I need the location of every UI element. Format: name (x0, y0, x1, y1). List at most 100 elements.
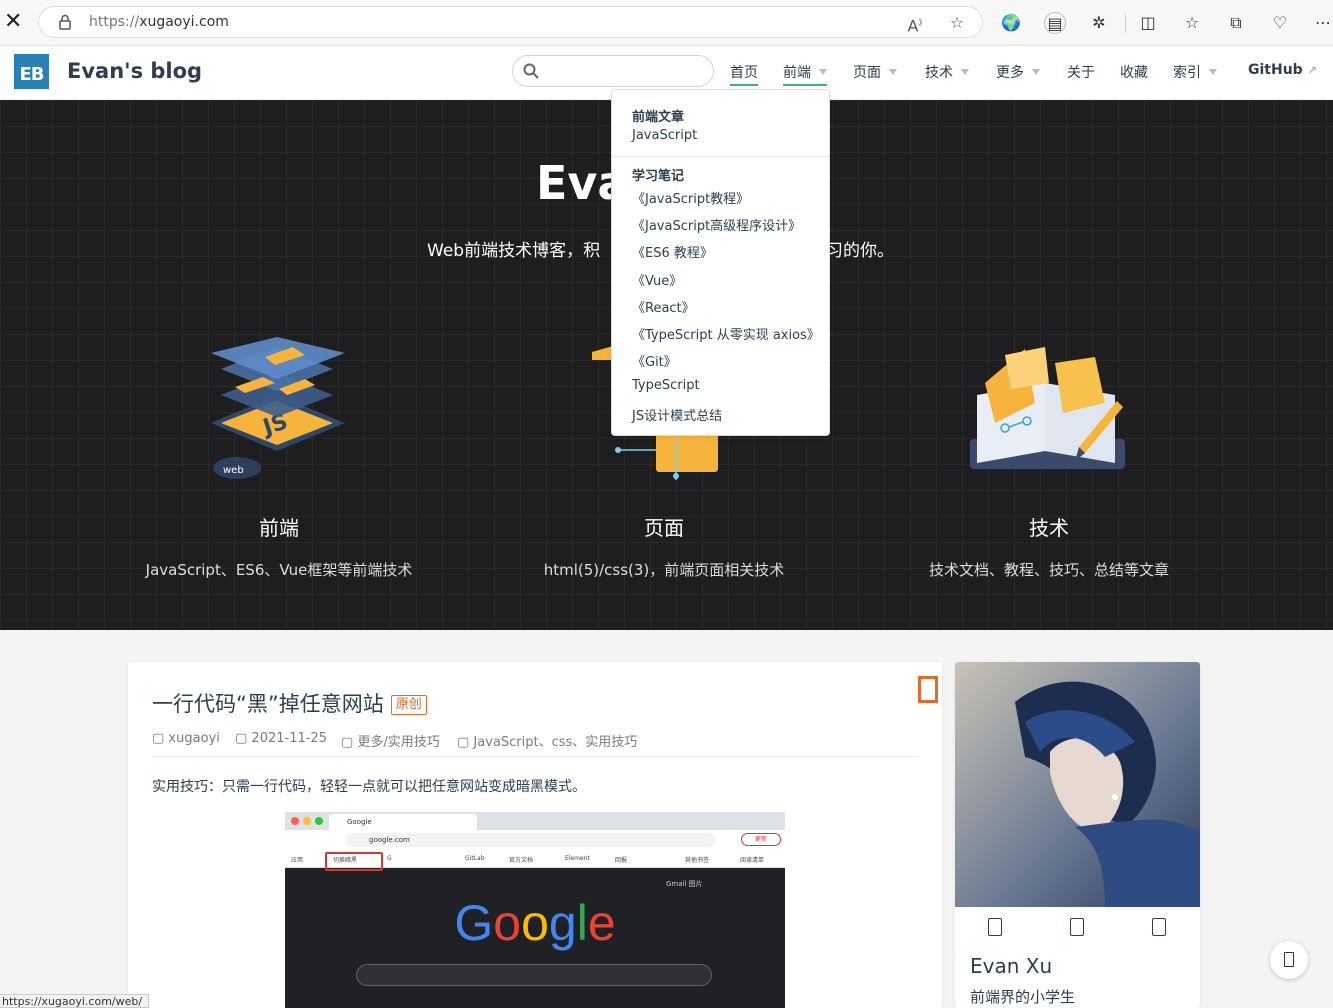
extensions-icon[interactable]: ✲ (1088, 12, 1110, 34)
performance-icon[interactable]: ♡ (1269, 12, 1291, 34)
feature-title-frontend[interactable]: 前端 (179, 512, 379, 541)
screenshot-bookmark: 其他书签 (685, 857, 710, 864)
window-dot (303, 817, 311, 825)
book-pencil-icon[interactable] (965, 343, 1130, 475)
dropdown-item[interactable]: 《TypeScript 从零实现 axios》 (632, 324, 820, 343)
more-menu-icon[interactable]: ⋯ (1312, 12, 1333, 34)
github-icon[interactable] (1070, 918, 1084, 936)
toolbar-divider (1125, 13, 1126, 33)
dropdown-item[interactable]: TypeScript (632, 378, 700, 393)
feature-desc-tech: 技术文档、教程、技巧、总结等文章 (928, 561, 1169, 579)
screenshot-search-box (356, 964, 712, 986)
dropdown-group-title: 学习笔记 (632, 169, 685, 184)
profile-name: Evan Xu (970, 954, 1053, 978)
screenshot-tabbar: Google (285, 812, 785, 830)
chevron-down-icon (1032, 69, 1040, 75)
feature-desc-frontend: JavaScript、ES6、Vue框架等前端技术 (145, 561, 413, 579)
music-icon[interactable] (1152, 918, 1166, 936)
dropdown-item[interactable]: JS设计模式总结 (632, 405, 722, 424)
dropdown-item[interactable]: 《JavaScript教程》 (632, 188, 749, 207)
address-bar[interactable]: https://xugaoyi.com A》 ☆ (38, 6, 983, 38)
svg-text:web: web (223, 465, 244, 476)
collections-icon[interactable]: ⧉ (1225, 12, 1247, 34)
search-input[interactable] (512, 55, 714, 87)
nav-frontend-label: 前端 (783, 65, 811, 81)
close-icon[interactable]: ✕ (4, 10, 22, 34)
feature-title-tech[interactable]: 技术 (949, 512, 1149, 541)
extension-globe-icon[interactable]: 🌍 (1000, 12, 1022, 34)
nav-github-label: GitHub (1248, 62, 1303, 78)
search-icon (523, 63, 539, 79)
extension-reader-icon[interactable]: ▤ (1044, 12, 1066, 34)
screenshot-tab: Google (329, 814, 477, 830)
bookmark-icon (918, 676, 938, 703)
dropdown-item[interactable]: 《React》 (632, 297, 695, 316)
status-url: https://xugaoyi.com/web/ (0, 994, 150, 1008)
dropdown-item[interactable]: 《Vue》 (632, 270, 682, 289)
favorites-icon[interactable]: ☆ (1181, 12, 1203, 34)
dropdown-item[interactable]: 《JavaScript高级程序设计》 (632, 215, 801, 234)
nav-frontend[interactable]: 前端 (783, 62, 827, 86)
screenshot-update-button: 更新 (741, 833, 781, 846)
nav-pages[interactable]: 页面 (853, 62, 897, 82)
screenshot-bookmark: GitLab (465, 855, 485, 862)
nav-about[interactable]: 关于 (1067, 62, 1095, 82)
nav-home[interactable]: 首页 (730, 62, 758, 86)
dropdown-item[interactable]: JavaScript (632, 128, 697, 143)
nav-index[interactable]: 索引 (1173, 62, 1217, 82)
screenshot-google-logo: Google (454, 895, 616, 951)
post-tags[interactable]: ▢ JavaScript、css、实用技巧 (457, 731, 637, 750)
screenshot-bookmark: 阅读清单 (740, 857, 765, 864)
post-author[interactable]: ▢ xugaoyi (152, 731, 220, 746)
nav-more[interactable]: 更多 (996, 62, 1040, 82)
window-dot (291, 817, 299, 825)
favorite-star-icon[interactable]: ☆ (947, 13, 967, 33)
nav-github[interactable]: GitHub ↗ (1248, 62, 1317, 78)
chevron-down-icon (961, 69, 969, 75)
url-text: https://xugaoyi.com (89, 14, 229, 30)
read-aloud-icon[interactable]: A》 (907, 13, 927, 35)
site-logo[interactable]: EB (14, 54, 49, 89)
post-card: 一行代码“黑”掉任意网站 原创 ▢ xugaoyi ▢ 2021-11-25 ▢ … (128, 662, 942, 1008)
post-title[interactable]: 一行代码“黑”掉任意网站 原创 (152, 688, 427, 718)
dropdown-group-title: 前端文章 (632, 110, 685, 125)
js-layers-icon[interactable]: web JS (205, 333, 350, 483)
screenshot-bookmark: 官方文档 (509, 857, 534, 864)
reading-mode-icon (1284, 952, 1294, 967)
feature-desc-pages: html(5)/css(3)，前端页面相关技术 (543, 561, 785, 579)
dropdown-item[interactable]: 《ES6 教程》 (632, 242, 713, 261)
post-screenshot: Google google.com 更新 应用 切换暗黑 G GitLab 官方… (285, 812, 785, 1008)
post-title-text: 一行代码“黑”掉任意网站 (152, 692, 384, 716)
chevron-down-icon (819, 69, 827, 75)
post-author-text: xugaoyi (168, 731, 220, 746)
post-summary: 实用技巧：只需一行代码，轻轻一点就可以把任意网站变成暗黑模式。 (152, 779, 586, 795)
post-category[interactable]: ▢ 更多/实用技巧 (341, 731, 440, 750)
nav-tech[interactable]: 技术 (925, 62, 969, 82)
site-name[interactable]: Evan's blog (67, 59, 202, 83)
screenshot-bookmark: 应用 (291, 857, 304, 864)
nav-tech-label: 技术 (925, 65, 953, 81)
email-icon[interactable] (988, 918, 1002, 936)
dropdown-item[interactable]: 《Git》 (632, 351, 677, 370)
frontend-dropdown-menu: 前端文章 JavaScript 学习笔记 《JavaScript教程》 《Jav… (611, 89, 830, 436)
nav-favorites[interactable]: 收藏 (1120, 62, 1148, 82)
profile-bio: 前端界的小学生 (970, 988, 1076, 1006)
browser-toolbar: ✕ https://xugaoyi.com A》 ☆ 🌍 ▤ ✲ ◫ ☆ ⧉ ♡… (0, 0, 1333, 46)
screenshot-bookmark: G (387, 855, 392, 862)
nav-more-label: 更多 (996, 65, 1024, 81)
reading-mode-button[interactable] (1270, 941, 1308, 979)
hero-desc-left: Web前端技术博客，积 (427, 241, 601, 261)
post-tags-text: JavaScript、css、实用技巧 (473, 735, 638, 750)
nav-pages-label: 页面 (853, 65, 881, 81)
screenshot-bookmark: Element (565, 855, 590, 862)
chevron-down-icon (889, 69, 897, 75)
screenshot-highlight-box (325, 852, 383, 871)
dropdown-divider (612, 156, 829, 157)
split-screen-icon[interactable]: ◫ (1137, 12, 1159, 34)
profile-card: Evan Xu 前端界的小学生 (955, 662, 1200, 1008)
avatar (955, 662, 1200, 907)
meta-divider (152, 756, 918, 757)
chevron-down-icon (1209, 69, 1217, 75)
post-date: ▢ 2021-11-25 (235, 731, 327, 746)
feature-title-pages[interactable]: 页面 (564, 512, 764, 541)
